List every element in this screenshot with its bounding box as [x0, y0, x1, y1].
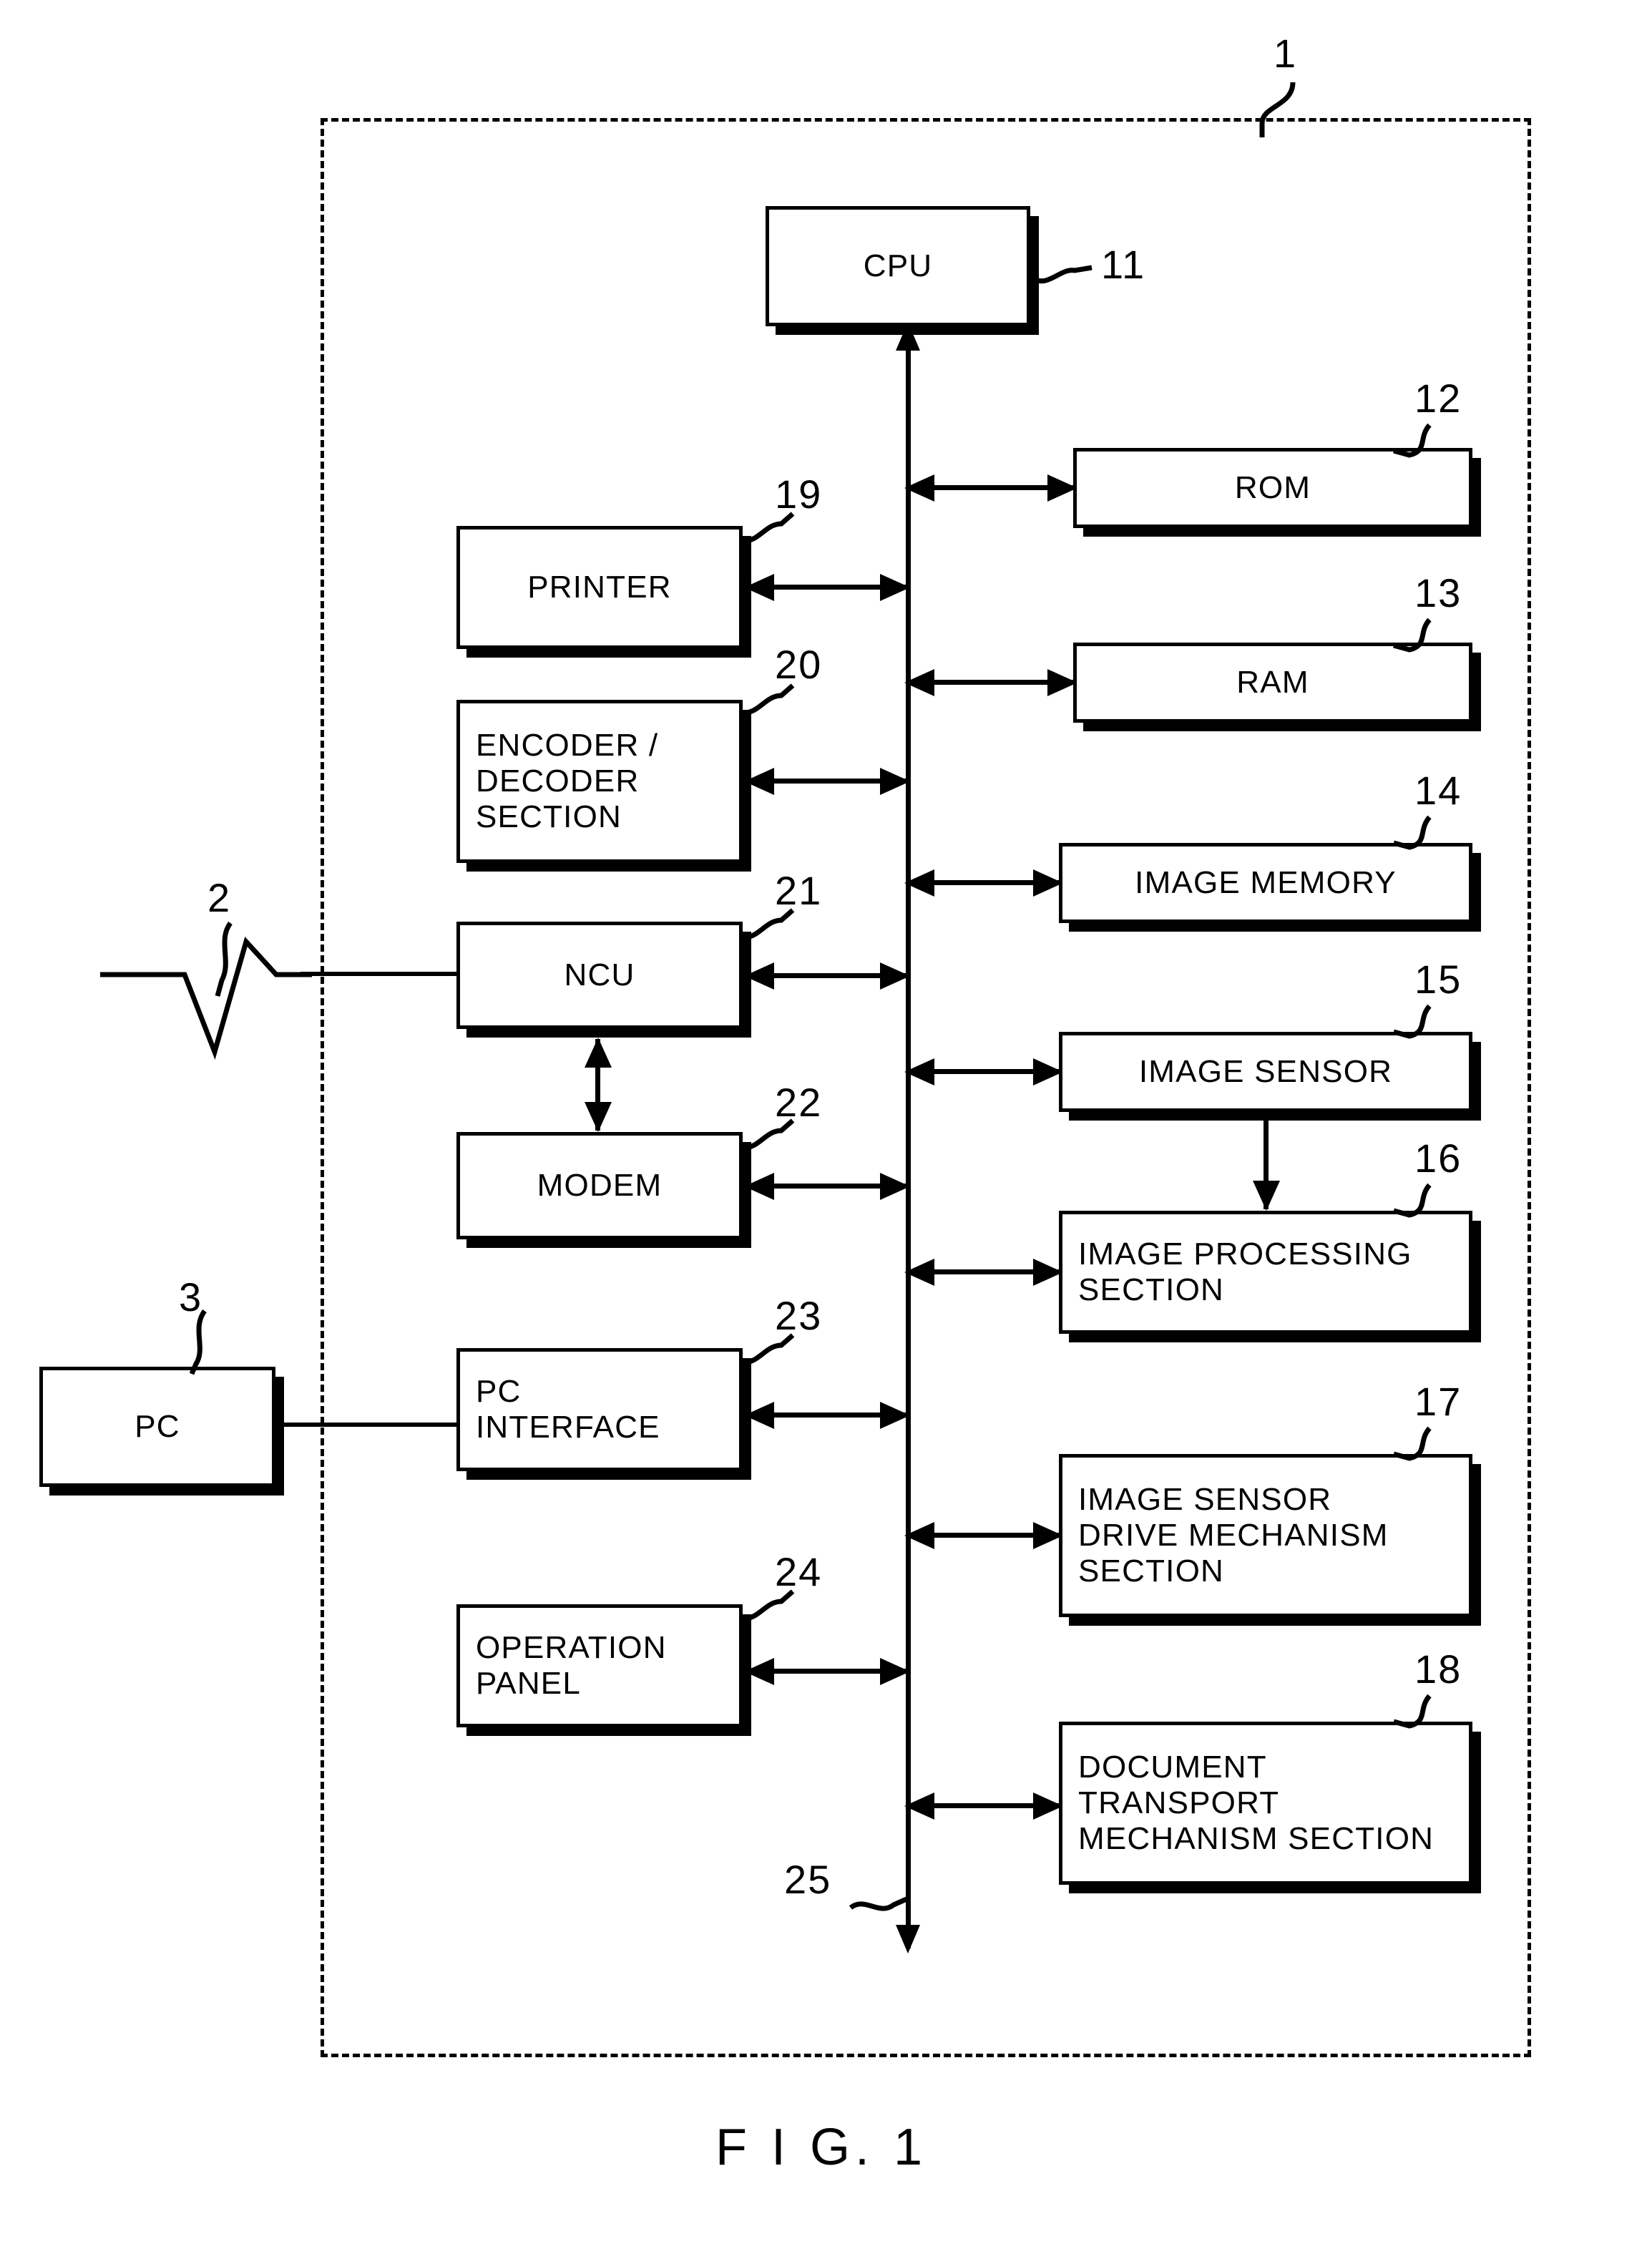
- connector-printer-bus: [744, 573, 910, 601]
- block-cpu[interactable]: CPU: [766, 206, 1030, 326]
- connector-encoder-decoder-bus: [744, 767, 910, 795]
- arrowhead-left: [744, 962, 774, 990]
- connector-bus-document-transport: [904, 1792, 1063, 1820]
- connector-sensor-to-processing: [1252, 1116, 1280, 1211]
- connector-bus-ram: [904, 668, 1077, 696]
- arrowhead-left: [744, 1401, 774, 1429]
- block-encoder-decoder[interactable]: ENCODER / DECODER SECTION: [456, 700, 743, 863]
- ref-numeral-16: 16: [1414, 1136, 1462, 1181]
- block-document-transport-label: DOCUMENT TRANSPORT MECHANISM SECTION: [1078, 1749, 1434, 1857]
- block-printer-label: PRINTER: [527, 569, 672, 605]
- ref-numeral-1: 1: [1274, 31, 1298, 76]
- leader-line-15: [1393, 1004, 1432, 1039]
- connector-ncu-modem: [584, 1038, 612, 1132]
- connector-ncu-bus: [744, 962, 910, 990]
- figure-caption: F I G. 1: [715, 2119, 928, 2176]
- leader-line-14: [1393, 815, 1432, 850]
- arrowhead-left: [904, 1058, 934, 1085]
- leader-line-18: [1393, 1694, 1432, 1729]
- connector-operation-panel-bus: [744, 1657, 910, 1685]
- ref-numeral-12: 12: [1414, 376, 1462, 421]
- leader-line-17: [1393, 1426, 1432, 1461]
- ref-numeral-2: 2: [207, 875, 232, 920]
- ref-numeral-22: 22: [775, 1080, 823, 1125]
- ref-numeral-18: 18: [1414, 1646, 1462, 1692]
- leader-line-25: [849, 1896, 908, 1911]
- block-pc-interface-label: PC INTERFACE: [476, 1373, 660, 1445]
- leader-line-3: [189, 1309, 207, 1375]
- connector-bus-image-sensor-drive: [904, 1521, 1063, 1549]
- arrowhead-left: [904, 1792, 934, 1820]
- block-image-processing-label: IMAGE PROCESSING SECTION: [1078, 1236, 1412, 1307]
- block-pc-label: PC: [135, 1408, 180, 1444]
- leader-line-13: [1393, 618, 1432, 653]
- block-printer[interactable]: PRINTER: [456, 526, 743, 649]
- arrowhead-down: [584, 1102, 612, 1132]
- ref-numeral-25: 25: [784, 1857, 832, 1902]
- ref-numeral-23: 23: [775, 1293, 823, 1338]
- connector-modem-bus: [744, 1172, 910, 1200]
- ref-numeral-17: 17: [1414, 1379, 1462, 1424]
- connector-bus-image-sensor: [904, 1058, 1063, 1085]
- connector-pc-to-pc-interface: [275, 1423, 459, 1427]
- arrowhead-left: [904, 474, 934, 502]
- block-image-sensor-drive[interactable]: IMAGE SENSOR DRIVE MECHANISM SECTION: [1059, 1454, 1472, 1617]
- block-encoder-decoder-label: ENCODER / DECODER SECTION: [476, 727, 659, 835]
- leader-line-1: [1259, 82, 1296, 137]
- arrowhead-left: [904, 668, 934, 696]
- arrowhead-left: [904, 1258, 934, 1286]
- block-modem[interactable]: MODEM: [456, 1132, 743, 1239]
- arrowhead-down: [1252, 1181, 1280, 1211]
- ref-numeral-24: 24: [775, 1549, 823, 1594]
- leader-line-11: [1030, 265, 1093, 284]
- arrowhead-up: [584, 1038, 612, 1068]
- block-ncu[interactable]: NCU: [456, 922, 743, 1029]
- leader-line-12: [1393, 423, 1432, 458]
- block-pc-interface[interactable]: PC INTERFACE: [456, 1348, 743, 1471]
- leader-line-2: [215, 921, 233, 997]
- leader-line-16: [1393, 1183, 1432, 1218]
- connector-pc-interface-bus: [744, 1401, 910, 1429]
- arrowhead-left: [744, 767, 774, 795]
- arrowhead-right: [880, 1401, 910, 1429]
- telephone-line-segment: [300, 972, 459, 976]
- block-modem-label: MODEM: [537, 1167, 663, 1203]
- block-operation-panel[interactable]: OPERATION PANEL: [456, 1604, 743, 1727]
- arrowhead-left: [744, 573, 774, 601]
- ref-numeral-3: 3: [179, 1274, 203, 1319]
- connector-bus-image-processing: [904, 1258, 1063, 1286]
- bus-arrow-to-cpu: [896, 322, 920, 351]
- arrowhead-left: [744, 1172, 774, 1200]
- ref-numeral-21: 21: [775, 868, 823, 913]
- arrowhead-left: [744, 1657, 774, 1685]
- ref-numeral-19: 19: [775, 472, 823, 517]
- arrowhead-left: [904, 869, 934, 897]
- arrowhead-right: [880, 573, 910, 601]
- ref-numeral-13: 13: [1414, 570, 1462, 615]
- ref-numeral-15: 15: [1414, 957, 1462, 1002]
- arrowhead-right: [880, 1657, 910, 1685]
- block-image-processing[interactable]: IMAGE PROCESSING SECTION: [1059, 1211, 1472, 1334]
- block-rom-label: ROM: [1234, 469, 1311, 505]
- block-image-memory-label: IMAGE MEMORY: [1135, 864, 1397, 900]
- block-ncu-label: NCU: [564, 957, 635, 992]
- arrowhead-left: [904, 1521, 934, 1549]
- block-image-sensor-label: IMAGE SENSOR: [1138, 1053, 1393, 1089]
- figure-root: 1 25 CPU 11 ROM 12 RAM 13 IMAGE MEMORY 1…: [0, 0, 1652, 2254]
- block-image-sensor-drive-label: IMAGE SENSOR DRIVE MECHANISM SECTION: [1078, 1481, 1389, 1589]
- bus-arrow-bottom: [896, 1925, 920, 1953]
- block-pc[interactable]: PC: [39, 1367, 275, 1487]
- ref-numeral-11: 11: [1101, 242, 1146, 287]
- ref-numeral-20: 20: [775, 642, 823, 687]
- arrowhead-right: [880, 767, 910, 795]
- ref-numeral-14: 14: [1414, 768, 1462, 813]
- connector-bus-image-memory: [904, 869, 1063, 897]
- block-document-transport[interactable]: DOCUMENT TRANSPORT MECHANISM SECTION: [1059, 1722, 1472, 1885]
- block-ram-label: RAM: [1236, 664, 1309, 700]
- arrowhead-right: [880, 1172, 910, 1200]
- arrowhead-right: [880, 962, 910, 990]
- block-cpu-label: CPU: [863, 248, 933, 283]
- block-operation-panel-label: OPERATION PANEL: [476, 1629, 667, 1701]
- connector-bus-rom: [904, 474, 1077, 502]
